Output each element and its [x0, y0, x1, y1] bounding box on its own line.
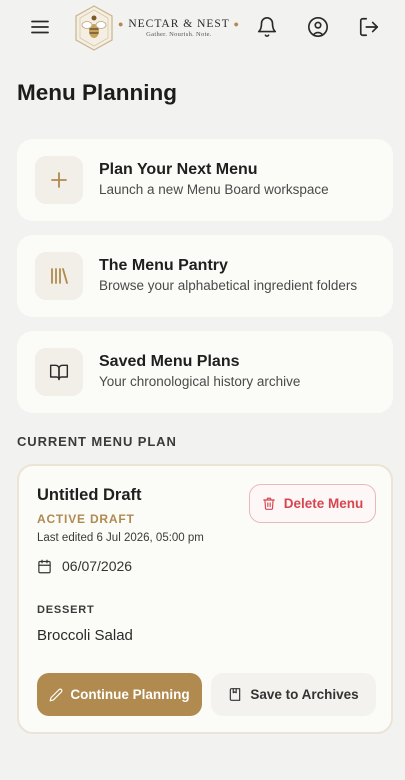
card-title: Saved Menu Plans: [99, 353, 240, 370]
bell-icon[interactable]: [251, 11, 283, 43]
card-title: Plan Your Next Menu: [99, 161, 258, 178]
draft-title: Untitled Draft: [37, 486, 142, 504]
brand-name: ● NECTAR & NEST ●: [118, 18, 240, 30]
top-app-bar: ● NECTAR & NEST ● Gather. Nourish. Note.: [0, 0, 405, 56]
save-to-archives-button[interactable]: Save to Archives: [211, 673, 376, 716]
plan-date: 06/07/2026: [37, 558, 132, 574]
delete-menu-button[interactable]: Delete Menu: [249, 484, 376, 523]
save-to-archives-label: Save to Archives: [250, 687, 359, 702]
brand-logo[interactable]: ● NECTAR & NEST ● Gather. Nourish. Note.: [74, 5, 240, 51]
trash-icon: [262, 496, 276, 511]
plan-date-value: 06/07/2026: [62, 558, 133, 574]
logout-icon[interactable]: [353, 11, 385, 43]
continue-planning-button[interactable]: Continue Planning: [37, 673, 202, 716]
card-subtitle: Your chronological history archive: [99, 374, 301, 389]
current-plan-card: Untitled Draft ACTIVE DRAFT Last edited …: [17, 464, 393, 734]
course-label: DESSERT: [37, 604, 95, 616]
last-edited-timestamp: Last edited 6 Jul 2026, 05:00 pm: [37, 532, 204, 544]
brand-tagline: Gather. Nourish. Note.: [146, 31, 212, 38]
continue-planning-label: Continue Planning: [70, 687, 190, 702]
card-subtitle: Launch a new Menu Board workspace: [99, 182, 329, 197]
library-icon: [35, 252, 83, 300]
plus-icon: [35, 156, 83, 204]
plan-next-menu-card[interactable]: Plan Your Next Menu Launch a new Menu Bo…: [17, 139, 393, 221]
delete-menu-label: Delete Menu: [283, 496, 364, 511]
bee-emblem-icon: [74, 5, 114, 51]
calendar-icon: [37, 559, 52, 574]
card-title: The Menu Pantry: [99, 257, 228, 274]
pencil-icon: [49, 688, 63, 702]
section-label: CURRENT MENU PLAN: [17, 434, 177, 449]
dish-name: Broccoli Salad: [37, 627, 133, 644]
menu-pantry-card[interactable]: The Menu Pantry Browse your alphabetical…: [17, 235, 393, 317]
page-title: Menu Planning: [17, 80, 177, 105]
user-circle-icon[interactable]: [302, 11, 334, 43]
bookmark-book-icon: [228, 687, 242, 702]
saved-menu-plans-card[interactable]: Saved Menu Plans Your chronological hist…: [17, 331, 393, 413]
hamburger-menu-icon[interactable]: [24, 11, 56, 43]
open-book-icon: [35, 348, 83, 396]
card-subtitle: Browse your alphabetical ingredient fold…: [99, 278, 358, 293]
status-badge: ACTIVE DRAFT: [37, 512, 135, 526]
